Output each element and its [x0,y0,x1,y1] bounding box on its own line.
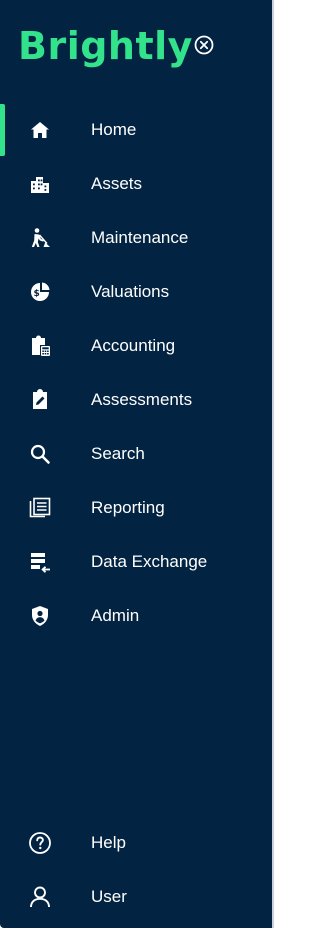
sidebar-item-label: Data Exchange [91,552,208,571]
logo-text: Brightly [18,24,193,68]
sidebar-item-admin[interactable]: Admin [0,590,272,642]
sidebar-item-label: Help [91,833,126,852]
sidebar: Brightly Home Assets Maintenance $ Valua… [0,0,274,928]
close-icon[interactable] [194,35,214,55]
sidebar-item-help[interactable]: Help [0,817,272,869]
sidebar-item-home[interactable]: Home [0,104,272,156]
data-import-icon [28,550,52,574]
search-icon [28,442,52,466]
sidebar-item-label: Assets [91,174,143,193]
help-circle-icon [28,831,52,855]
clipboard-calculator-icon [28,334,52,358]
user-icon [28,885,52,909]
sidebar-item-assessments[interactable]: Assessments [0,374,272,426]
brightly-logo: Brightly [18,24,192,68]
sidebar-item-label: Reporting [91,498,165,517]
sidebar-item-accounting[interactable]: Accounting [0,320,272,372]
svg-text:$: $ [33,289,39,299]
sidebar-item-label: Search [91,444,145,463]
sidebar-item-assets[interactable]: Assets [0,158,272,210]
sidebar-item-label: User [91,887,127,906]
sidebar-item-valuations[interactable]: $ Valuations [0,266,272,318]
sidebar-item-label: Accounting [91,336,176,355]
shield-user-icon [28,604,52,628]
sidebar-item-label: Assessments [91,390,193,409]
sidebar-item-data-exchange[interactable]: Data Exchange [0,536,272,588]
sidebar-header: Brightly [0,0,272,96]
sidebar-item-user[interactable]: User [0,871,272,923]
sidebar-item-label: Admin [91,606,140,625]
dollar-pie-icon: $ [28,280,52,304]
buildings-icon [28,172,52,196]
sidebar-item-label: Maintenance [91,228,189,247]
sidebar-item-label: Home [91,120,137,139]
sidebar-item-label: Valuations [91,282,170,301]
worker-digging-icon [28,226,52,250]
home-icon [28,118,52,142]
sidebar-item-reporting[interactable]: Reporting [0,482,272,534]
report-stack-icon [28,496,52,520]
clipboard-edit-icon [28,388,52,412]
sidebar-item-search[interactable]: Search [0,428,272,480]
sidebar-item-maintenance[interactable]: Maintenance [0,212,272,264]
